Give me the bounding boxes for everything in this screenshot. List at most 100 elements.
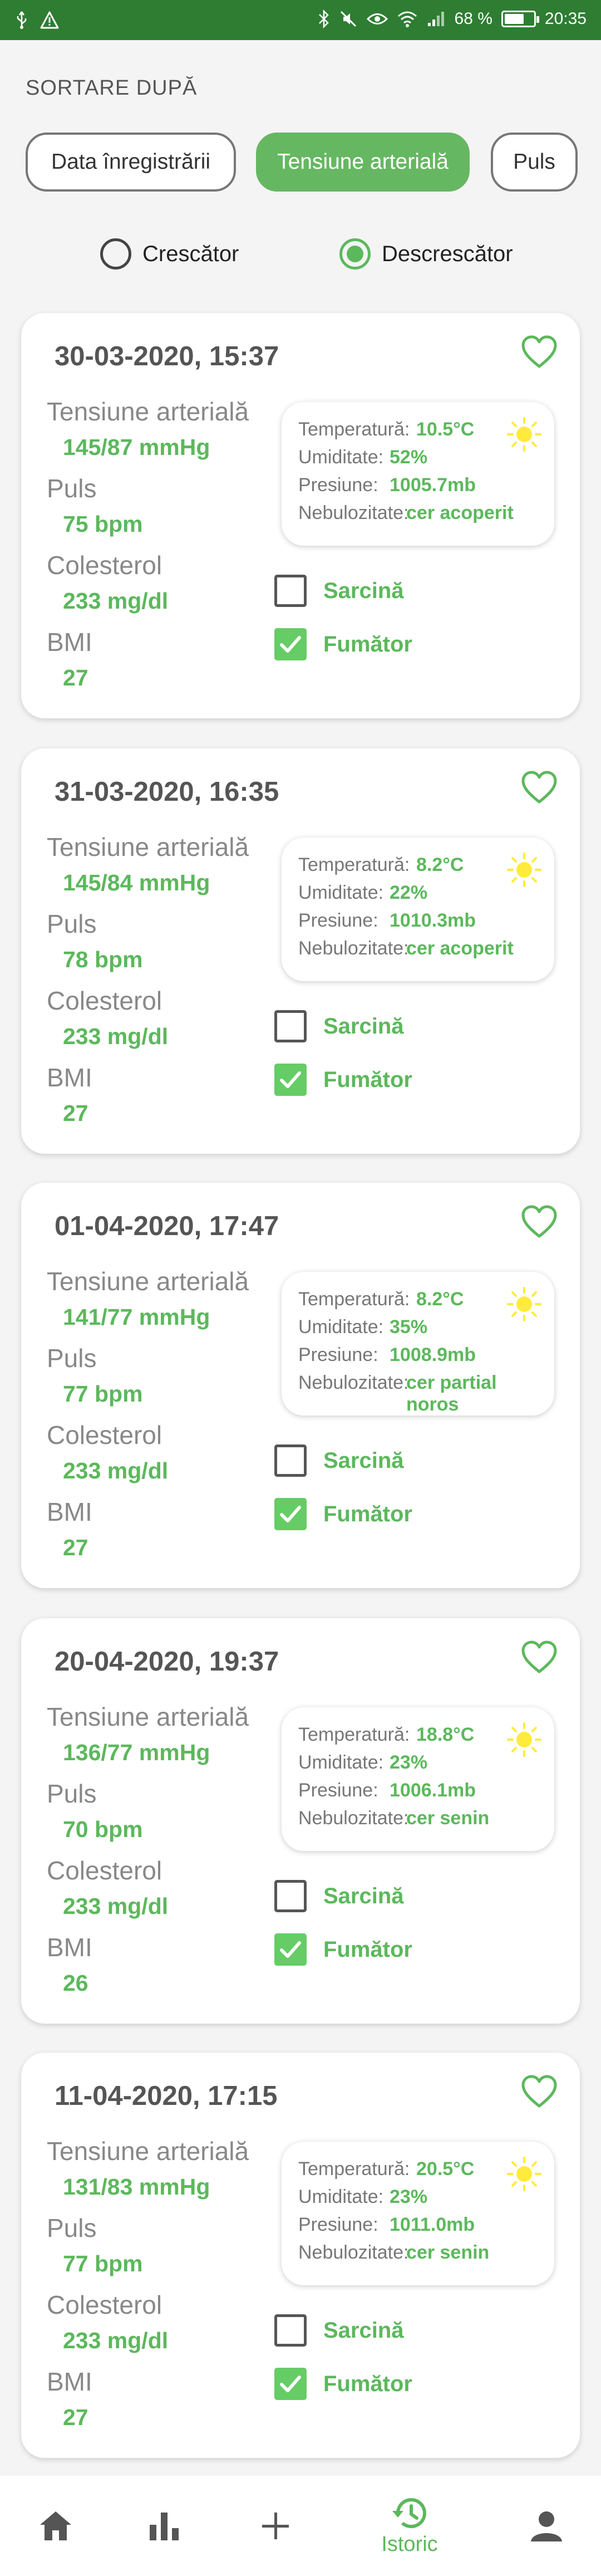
pressure-value: 1005.7mb [390,474,476,496]
pregnancy-checkbox[interactable]: Sarcină [274,1010,404,1042]
bmi-value: 27 [63,1100,88,1126]
pregnancy-checkbox[interactable]: Sarcină [274,1880,404,1912]
record-card[interactable]: 01-04-2020, 17:47 Tensiune arterială 141… [21,1183,580,1588]
temperature-value: 8.2°C [416,854,464,875]
pregnancy-checkbox[interactable]: Sarcină [274,1444,404,1477]
pregnancy-checkbox[interactable]: Sarcină [274,2314,404,2347]
pregnancy-label: Sarcină [323,2318,404,2343]
checkbox-box[interactable] [274,2368,307,2400]
temperature-label: Temperatură: [298,419,410,440]
pregnancy-label: Sarcină [323,1883,404,1908]
radio-descending-label: Descrescător [382,241,513,266]
temperature-label: Temperatură: [298,2158,410,2180]
cholesterol-label: Colesterol [47,986,162,1015]
clouds-label: Nebulozitate: [298,2242,409,2263]
temperature-value: 8.2°C [416,1289,464,1310]
radio-descending[interactable]: Descrescător [339,238,513,270]
record-card[interactable]: 20-04-2020, 19:37 Tensiune arterială 136… [21,1618,580,2024]
tension-value: 145/87 mmHg [63,434,210,460]
smoker-checkbox[interactable]: Fumător [274,1498,412,1530]
humidity-value: 22% [390,882,428,903]
bmi-value: 26 [63,1970,88,1996]
bmi-label: BMI [47,1933,92,1962]
favorite-heart-icon[interactable] [521,1205,558,1238]
pressure-label: Presiune: [298,910,378,931]
nav-history[interactable]: Istoric [354,2476,465,2576]
clouds-label: Nebulozitate: [298,1372,409,1393]
pregnancy-label: Sarcină [323,1448,404,1473]
favorite-heart-icon[interactable] [521,771,558,804]
favorite-heart-icon[interactable] [521,1640,558,1674]
add-icon [262,2513,289,2539]
bmi-value: 27 [63,665,88,690]
pregnancy-checkbox[interactable]: Sarcină [274,575,404,607]
checkbox-box[interactable] [274,1498,307,1530]
pressure-label: Presiune: [298,1780,378,1801]
bmi-value: 27 [63,1535,88,1560]
clouds-value: cer acoperit [406,938,514,959]
history-icon [392,2497,426,2528]
favorite-heart-icon[interactable] [521,2075,558,2108]
pulse-value: 70 bpm [63,1816,143,1842]
checkbox-box[interactable] [274,1933,307,1966]
record-card[interactable]: 11-04-2020, 17:15 Tensiune arterială 131… [21,2053,580,2458]
checkbox-box[interactable] [274,575,307,607]
clouds-value: cer senin [406,1808,490,1829]
radio-ascending[interactable]: Crescător [100,238,239,270]
pulse-value: 78 bpm [63,947,143,972]
smoker-label: Fumător [323,631,412,657]
signal-icon [427,8,446,30]
bluetooth-icon [318,8,330,30]
smoker-checkbox[interactable]: Fumător [274,1064,412,1096]
smoker-label: Fumător [323,1937,412,1962]
smoker-checkbox[interactable]: Fumător [274,2368,412,2400]
radio-circle[interactable] [339,238,371,270]
warning-icon [40,9,59,31]
record-card[interactable]: 30-03-2020, 15:37 Tensiune arterială 145… [21,313,580,718]
weather-box: Temperatură: 20.5°C Umiditate: 23% Presiun… [282,2142,554,2285]
nav-profile[interactable] [491,2476,601,2576]
cholesterol-value: 233 mg/dl [63,2328,169,2353]
checkbox-box[interactable] [274,1010,307,1042]
smoker-label: Fumător [323,1501,412,1526]
nav-add[interactable] [220,2476,331,2576]
pressure-value: 1008.9mb [390,1344,476,1365]
record-card[interactable]: 31-03-2020, 16:35 Tensiune arterială 145… [21,748,580,1154]
tension-value: 136/77 mmHg [63,1740,210,1765]
tension-label: Tensiune arterială [47,1267,249,1296]
checkbox-box[interactable] [274,628,307,660]
checkbox-box[interactable] [274,2314,307,2347]
clock: 20:35 [544,9,587,28]
clouds-row: Nebulozitate: cer senin [282,1808,554,1835]
record-date: 30-03-2020, 15:37 [55,341,279,371]
smoker-checkbox[interactable]: Fumător [274,1933,412,1966]
checkbox-box[interactable] [274,1444,307,1477]
humidity-label: Umiditate: [298,1752,384,1773]
record-date: 31-03-2020, 16:35 [55,777,279,807]
favorite-heart-icon[interactable] [521,335,558,369]
humidity-label: Umiditate: [298,882,384,903]
sort-option-blood-pressure[interactable]: Tensiune arterială [256,133,470,192]
smoker-checkbox[interactable]: Fumător [274,628,412,660]
nav-history-label: Istoric [381,2532,438,2556]
sun-icon [507,853,541,887]
nav-statistics[interactable] [109,2476,220,2576]
weather-box: Temperatură: 8.2°C Umiditate: 35% Presiune… [282,1272,554,1416]
bmi-label: BMI [47,2367,92,2396]
sort-option-date[interactable]: Data înregistrării [26,133,236,192]
smoker-label: Fumător [323,1067,412,1092]
tension-label: Tensiune arterială [47,1702,249,1731]
checkbox-box[interactable] [274,1880,307,1912]
status-bar: 68 % 20:35 [0,0,601,40]
humidity-label: Umiditate: [298,2186,384,2207]
clouds-label: Nebulozitate: [298,502,409,523]
clouds-label: Nebulozitate: [298,1808,409,1829]
pressure-value: 1011.0mb [390,2214,475,2235]
clouds-label: Nebulozitate: [298,938,409,959]
record-date: 11-04-2020, 17:15 [55,2081,278,2111]
pulse-label: Puls [47,474,97,503]
sort-option-pulse[interactable]: Puls [491,133,578,192]
radio-circle[interactable] [100,238,131,270]
nav-home[interactable] [0,2476,111,2576]
checkbox-box[interactable] [274,1064,307,1096]
